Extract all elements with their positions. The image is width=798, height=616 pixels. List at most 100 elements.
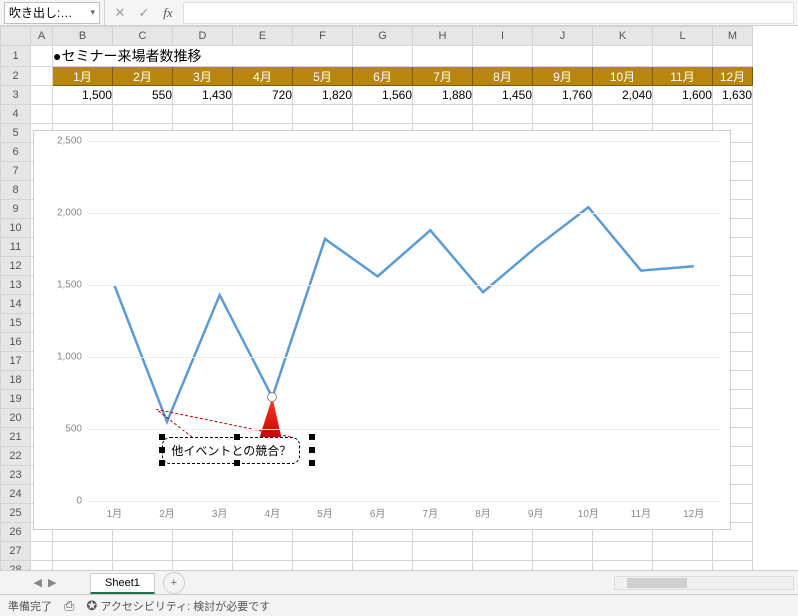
cell-D2[interactable]: 3月	[173, 67, 233, 86]
row-header-23[interactable]: 23	[1, 466, 31, 485]
row-header-15[interactable]: 15	[1, 314, 31, 333]
selection-handle[interactable]	[159, 460, 165, 466]
cell-G27[interactable]	[353, 542, 413, 561]
col-header-A[interactable]: A	[31, 27, 53, 46]
cell-I27[interactable]	[473, 542, 533, 561]
cell-B2[interactable]: 1月	[53, 67, 113, 86]
cell-D27[interactable]	[173, 542, 233, 561]
chevron-down-icon[interactable]: ▾	[90, 7, 95, 18]
col-header-C[interactable]: C	[113, 27, 173, 46]
col-header-K[interactable]: K	[593, 27, 653, 46]
cell-F27[interactable]	[293, 542, 353, 561]
selection-handle[interactable]	[309, 447, 315, 453]
col-header-E[interactable]: E	[233, 27, 293, 46]
cell-L2[interactable]: 11月	[653, 67, 713, 86]
row-header-11[interactable]: 11	[1, 238, 31, 257]
cell-G3[interactable]: 1,560	[353, 86, 413, 105]
cell-I4[interactable]	[473, 105, 533, 124]
cell-E28[interactable]	[233, 561, 293, 571]
cell-L1[interactable]	[653, 46, 713, 67]
confirm-icon[interactable]: ✓	[135, 4, 153, 22]
row-header-13[interactable]: 13	[1, 276, 31, 295]
cell-F28[interactable]	[293, 561, 353, 571]
cell-B28[interactable]	[53, 561, 113, 571]
add-sheet-button[interactable]: +	[163, 572, 185, 594]
formula-input[interactable]	[183, 2, 794, 24]
row-header-24[interactable]: 24	[1, 485, 31, 504]
cell-L3[interactable]: 1,600	[653, 86, 713, 105]
selection-handle[interactable]	[234, 460, 240, 466]
row-header-4[interactable]: 4	[1, 105, 31, 124]
cell-J27[interactable]	[533, 542, 593, 561]
cell-G4[interactable]	[353, 105, 413, 124]
row-header-18[interactable]: 18	[1, 371, 31, 390]
row-header-6[interactable]: 6	[1, 143, 31, 162]
cell-J1[interactable]	[533, 46, 593, 67]
cell-A3[interactable]	[31, 86, 53, 105]
cell-A27[interactable]	[31, 542, 53, 561]
cell-A4[interactable]	[31, 105, 53, 124]
cell-K2[interactable]: 10月	[593, 67, 653, 86]
cell-A1[interactable]	[31, 46, 53, 67]
cell-G1[interactable]	[353, 46, 413, 67]
cell-I1[interactable]	[473, 46, 533, 67]
cell-M1[interactable]	[713, 46, 753, 67]
cell-L28[interactable]	[653, 561, 713, 571]
fx-icon[interactable]: fx	[159, 4, 177, 22]
cell-H27[interactable]	[413, 542, 473, 561]
cell-H3[interactable]: 1,880	[413, 86, 473, 105]
selection-handle[interactable]	[159, 434, 165, 440]
col-header-D[interactable]: D	[173, 27, 233, 46]
cell-I28[interactable]	[473, 561, 533, 571]
cell-F4[interactable]	[293, 105, 353, 124]
cell-D3[interactable]: 1,430	[173, 86, 233, 105]
tab-nav[interactable]: ◀ ▶	[0, 576, 90, 589]
cell-K28[interactable]	[593, 561, 653, 571]
cell-J3[interactable]: 1,760	[533, 86, 593, 105]
cell-C4[interactable]	[113, 105, 173, 124]
row-header-28[interactable]: 28	[1, 561, 31, 571]
cell-J28[interactable]	[533, 561, 593, 571]
selection-handle[interactable]	[309, 434, 315, 440]
col-header-M[interactable]: M	[713, 27, 753, 46]
cell-G28[interactable]	[353, 561, 413, 571]
cell-L27[interactable]	[653, 542, 713, 561]
row-header-2[interactable]: 2	[1, 67, 31, 86]
col-header-H[interactable]: H	[413, 27, 473, 46]
row-header-12[interactable]: 12	[1, 257, 31, 276]
cell-B27[interactable]	[53, 542, 113, 561]
chart[interactable]: 他イベントとの競合？ 05001,0001,5002,0002,5001月2月3…	[33, 130, 731, 530]
tab-sheet1[interactable]: Sheet1	[90, 573, 155, 594]
row-header-7[interactable]: 7	[1, 162, 31, 181]
cell-E27[interactable]	[233, 542, 293, 561]
cell-C2[interactable]: 2月	[113, 67, 173, 86]
namebox[interactable]: 吹き出し:… ▾	[4, 2, 100, 24]
cell-F3[interactable]: 1,820	[293, 86, 353, 105]
tab-nav-next-icon[interactable]: ▶	[48, 576, 56, 589]
accessibility-status[interactable]: ✪ アクセシビリティ: 検討が必要です	[86, 598, 270, 614]
row-header-26[interactable]: 26	[1, 523, 31, 542]
row-header-19[interactable]: 19	[1, 390, 31, 409]
row-header-10[interactable]: 10	[1, 219, 31, 238]
col-header-I[interactable]: I	[473, 27, 533, 46]
row-header-14[interactable]: 14	[1, 295, 31, 314]
record-macro-icon[interactable]: ⎙	[64, 598, 74, 614]
row-header-1[interactable]: 1	[1, 46, 31, 67]
cell-J2[interactable]: 9月	[533, 67, 593, 86]
cell-H4[interactable]	[413, 105, 473, 124]
cell-H2[interactable]: 7月	[413, 67, 473, 86]
row-header-3[interactable]: 3	[1, 86, 31, 105]
cell-K3[interactable]: 2,040	[593, 86, 653, 105]
row-header-25[interactable]: 25	[1, 504, 31, 523]
cell-B3[interactable]: 1,500	[53, 86, 113, 105]
row-header-27[interactable]: 27	[1, 542, 31, 561]
cell-C28[interactable]	[113, 561, 173, 571]
tab-nav-prev-icon[interactable]: ◀	[34, 576, 42, 589]
cell-A2[interactable]	[31, 67, 53, 86]
callout-box[interactable]: 他イベントとの競合？	[162, 437, 300, 464]
col-header-L[interactable]: L	[653, 27, 713, 46]
cell-M2[interactable]: 12月	[713, 67, 753, 86]
horizontal-scrollbar[interactable]	[614, 576, 794, 590]
cell-E3[interactable]: 720	[233, 86, 293, 105]
selection-handle[interactable]	[159, 447, 165, 453]
